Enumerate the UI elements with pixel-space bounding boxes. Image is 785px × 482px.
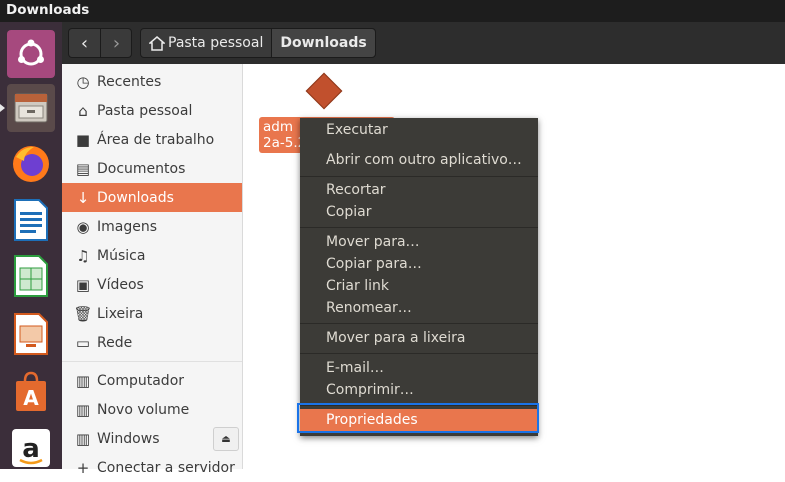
- menu-item-renomear[interactable]: Renomear…: [300, 297, 538, 319]
- sidebar-item-label: Vídeos: [97, 276, 144, 293]
- files-launcher-button[interactable]: [7, 84, 55, 132]
- ubuntu-logo-icon: [18, 39, 44, 66]
- menu-item-copiar-para[interactable]: Copiar para…: [300, 253, 538, 275]
- drive-icon: ▥: [75, 400, 91, 419]
- sidebar: ◷ Recentes ⌂ Pasta pessoal ■ Área de trabal…: [62, 64, 243, 477]
- sidebar-item-pasta-pessoal[interactable]: ⌂ Pasta pessoal: [62, 96, 242, 125]
- impress-presentation-icon: [14, 313, 48, 355]
- eject-button[interactable]: ⏏: [213, 427, 239, 451]
- menu-item-mover-para-lixeira[interactable]: Mover para a lixeira: [300, 327, 538, 349]
- package-file-icon[interactable]: [305, 72, 343, 110]
- context-menu: Executar Abrir com outro aplicativo… Rec…: [300, 118, 538, 436]
- software-launcher-button[interactable]: A: [7, 368, 55, 416]
- firefox-launcher-button[interactable]: [7, 140, 55, 188]
- writer-launcher-button[interactable]: [7, 196, 55, 244]
- focus-highlight: [297, 403, 539, 433]
- trash-icon: 🗑︎: [73, 304, 93, 323]
- firefox-icon: [13, 146, 49, 182]
- menu-item-mover-para[interactable]: Mover para…: [300, 231, 538, 253]
- menu-item-criar-link[interactable]: Criar link: [300, 275, 538, 297]
- music-icon: ♫: [76, 246, 90, 265]
- calc-spreadsheet-icon: [14, 255, 48, 297]
- back-arrow-icon: ‹: [80, 32, 89, 54]
- forward-arrow-icon: ›: [112, 32, 121, 54]
- sidebar-item-label: Novo volume: [97, 401, 190, 418]
- sidebar-item-label: Windows: [97, 430, 160, 447]
- file-cabinet-icon: [14, 93, 48, 123]
- sidebar-item-rede[interactable]: ▭ Rede: [62, 328, 242, 357]
- sidebar-item-label: Downloads: [97, 189, 174, 206]
- sidebar-item-computador[interactable]: ▥ Computador: [62, 366, 242, 395]
- download-icon: ↓: [76, 188, 90, 207]
- writer-document-icon: [14, 199, 48, 241]
- sidebar-item-label: Documentos: [97, 160, 186, 177]
- sidebar-item-label: Área de trabalho: [97, 131, 215, 148]
- sidebar-item-documentos[interactable]: ▤ Documentos: [62, 154, 242, 183]
- svg-text:a: a: [22, 434, 40, 464]
- plus-icon: +: [76, 458, 90, 477]
- sidebar-item-lixeira[interactable]: 🗑︎ Lixeira: [62, 299, 242, 328]
- sidebar-item-label: Música: [97, 247, 146, 264]
- sidebar-item-label: Pasta pessoal: [97, 102, 193, 119]
- menu-separator: [300, 227, 538, 228]
- svg-text:A: A: [23, 386, 39, 410]
- forward-button[interactable]: ›: [100, 29, 132, 57]
- active-app-indicator-icon: [0, 104, 5, 112]
- sidebar-item-label: Imagens: [97, 218, 158, 235]
- sidebar-item-area-de-trabalho[interactable]: ■ Área de trabalho: [62, 125, 242, 154]
- sidebar-item-videos[interactable]: ▣ Vídeos: [62, 270, 242, 299]
- navigation-buttons: ‹ ›: [68, 28, 132, 58]
- clock-icon: ◷: [76, 72, 90, 91]
- breadcrumb-home[interactable]: Pasta pessoal: [141, 29, 271, 57]
- network-icon: ▭: [75, 333, 91, 352]
- menu-item-abrir-com[interactable]: Abrir com outro aplicativo…: [300, 149, 538, 171]
- menu-item-executar[interactable]: Executar: [300, 119, 538, 141]
- sidebar-item-label: Recentes: [97, 73, 162, 90]
- header-toolbar: ‹ › Pasta pessoal Downloads: [62, 22, 785, 64]
- sidebar-item-label: Lixeira: [97, 305, 144, 322]
- software-bag-icon: A: [16, 371, 46, 411]
- impress-launcher-button[interactable]: [7, 310, 55, 358]
- menu-separator: [300, 353, 538, 354]
- breadcrumb-downloads-label: Downloads: [280, 35, 367, 51]
- sidebar-item-imagens[interactable]: ◉ Imagens: [62, 212, 242, 241]
- launcher: A a: [0, 22, 62, 469]
- menu-item-email[interactable]: E-mail…: [300, 357, 538, 379]
- eject-icon: ⏏: [221, 433, 231, 445]
- sidebar-item-downloads[interactable]: ↓ Downloads: [62, 183, 242, 212]
- menu-separator: [300, 176, 538, 177]
- amazon-icon: a: [12, 429, 50, 467]
- sidebar-item-label: Rede: [97, 334, 133, 351]
- menu-item-recortar[interactable]: Recortar: [300, 179, 538, 201]
- top-bar: Downloads: [0, 0, 785, 22]
- film-icon: ▣: [75, 275, 91, 294]
- menu-item-copiar[interactable]: Copiar: [300, 201, 538, 223]
- sidebar-divider: [62, 361, 242, 362]
- breadcrumb-home-label: Pasta pessoal: [168, 35, 264, 51]
- menu-item-comprimir[interactable]: Comprimir…: [300, 379, 538, 401]
- sidebar-item-label: Computador: [97, 372, 185, 389]
- document-icon: ▤: [75, 159, 91, 178]
- breadcrumb-downloads[interactable]: Downloads: [271, 29, 375, 57]
- sidebar-item-recentes[interactable]: ◷ Recentes: [62, 67, 242, 96]
- sidebar-item-label: Conectar a servidor: [97, 459, 235, 476]
- ubuntu-launcher-button[interactable]: [7, 30, 55, 78]
- folder-icon: ■: [75, 130, 91, 149]
- camera-icon: ◉: [76, 217, 90, 236]
- home-icon: ⌂: [78, 101, 88, 120]
- calc-launcher-button[interactable]: [7, 252, 55, 300]
- breadcrumb: Pasta pessoal Downloads: [140, 28, 376, 58]
- sidebar-item-musica[interactable]: ♫ Música: [62, 241, 242, 270]
- menu-separator: [300, 323, 538, 324]
- back-button[interactable]: ‹: [69, 29, 100, 57]
- window-title: Downloads: [6, 2, 90, 18]
- amazon-launcher-button[interactable]: a: [7, 424, 55, 472]
- sidebar-item-novo-volume[interactable]: ▥ Novo volume: [62, 395, 242, 424]
- drive-icon: ▥: [75, 429, 91, 448]
- home-icon: [149, 35, 165, 51]
- drive-icon: ▥: [75, 371, 91, 390]
- sidebar-item-conectar-a-servidor[interactable]: + Conectar a servidor: [62, 453, 242, 482]
